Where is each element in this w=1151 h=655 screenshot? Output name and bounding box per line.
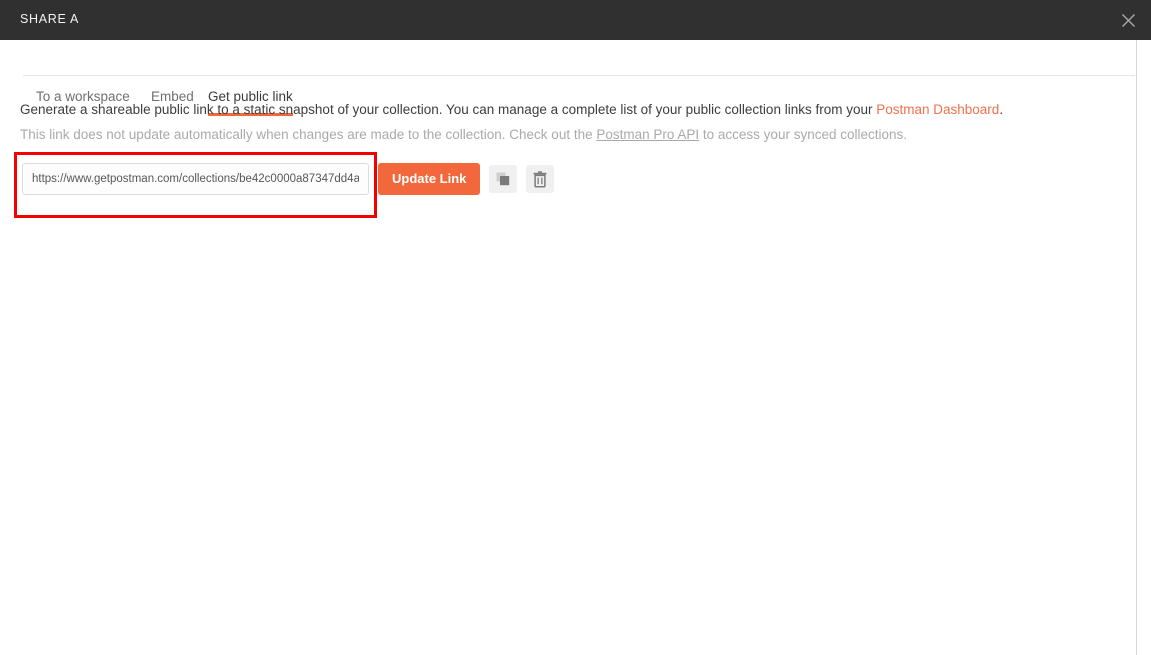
copy-icon [495, 171, 511, 187]
description-primary: Generate a shareable public link to a st… [20, 99, 1120, 121]
description-secondary-text-2: to access your synced collections. [699, 127, 908, 142]
update-link-button[interactable]: Update Link [378, 163, 481, 195]
tab-bar-divider [23, 75, 1135, 76]
close-button[interactable] [1105, 0, 1151, 40]
modal-titlebar: SHARE A [0, 0, 1151, 40]
close-icon [1121, 13, 1136, 28]
description-primary-text-1: Generate a shareable public link to a st… [20, 102, 877, 117]
trash-icon [532, 170, 548, 188]
description-secondary-text-1: This link does not update automatically … [20, 127, 597, 142]
share-modal: SHARE A To a workspace Embed Get public … [0, 0, 1151, 655]
description-primary-text-2: . [999, 102, 1004, 117]
modal-title: SHARE A [20, 12, 80, 26]
copy-link-button[interactable] [489, 165, 518, 193]
description-secondary: This link does not update automatically … [20, 124, 1120, 146]
tab-bar: To a workspace Embed Get public link [0, 40, 1151, 116]
postman-dashboard-link[interactable]: Postman Dashboard [876, 102, 999, 117]
postman-pro-api-link[interactable]: Postman Pro API [596, 127, 699, 142]
description-block: Generate a shareable public link to a st… [20, 99, 1120, 146]
delete-link-button[interactable] [526, 165, 555, 193]
public-link-row: Update Link [22, 163, 555, 195]
right-gutter [1136, 40, 1151, 655]
public-link-input[interactable] [22, 163, 369, 195]
